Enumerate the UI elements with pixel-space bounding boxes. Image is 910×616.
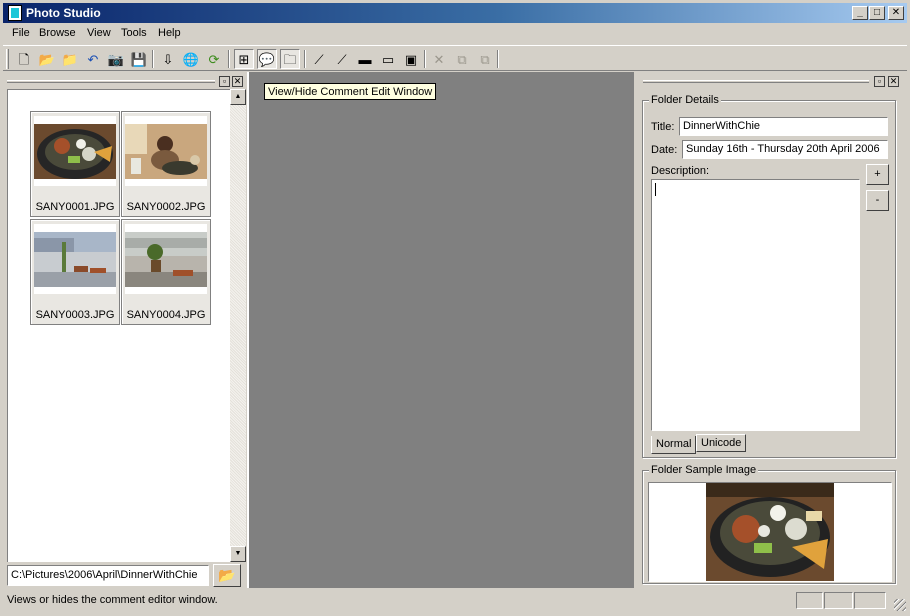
move-icon[interactable]: ⧉ xyxy=(475,49,495,69)
group-title: Folder Sample Image xyxy=(649,464,759,476)
folder-browser-pane: ▫ ✕ SANY0001.JPG SANY0002.JPG SANY0003.J… xyxy=(4,72,246,588)
browse-folder-button[interactable]: 📂 xyxy=(213,564,241,587)
toolbar: 🗋 📂 📁 ↶ 📷 💾 ⇩ 🌐 ⟳ ⊞ 💬 🗀 ⟋ ⟋ ▬ ▭ ▣ ✕ ⧉ ⧉ xyxy=(3,45,907,71)
restore-pane-icon[interactable]: ▫ xyxy=(219,76,230,87)
title-label: Title: xyxy=(651,121,675,133)
title-input[interactable]: DinnerWithChie xyxy=(679,117,888,136)
main-view-area[interactable] xyxy=(247,72,634,588)
status-panel xyxy=(796,592,823,609)
thumbnail-image xyxy=(34,116,116,186)
comment-window-icon[interactable]: 💬 xyxy=(257,49,277,69)
restore-pane-icon[interactable]: ▫ xyxy=(874,76,885,87)
image-frame-icon[interactable]: ▬ xyxy=(355,49,375,69)
tab-unicode[interactable]: Unicode xyxy=(696,434,747,452)
thumbnail-image xyxy=(125,224,207,294)
presentation-icon[interactable]: ▣ xyxy=(401,49,421,69)
open-folder-icon[interactable]: 📂 xyxy=(37,49,57,69)
toolbar-separator xyxy=(152,50,154,68)
thumbnail-filename: SANY0002.JPG xyxy=(126,201,206,213)
scroll-down-button[interactable]: ▼ xyxy=(230,546,246,562)
scroll-up-button[interactable]: ▲ xyxy=(230,89,246,105)
close-pane-icon[interactable]: ✕ xyxy=(888,76,899,87)
thumbnail-view-icon[interactable]: ⊞ xyxy=(234,49,254,69)
minimize-button[interactable]: _ xyxy=(852,6,868,20)
sample-image xyxy=(706,483,834,581)
status-bar: Views or hides the comment editor window… xyxy=(3,590,907,612)
camera-icon[interactable]: 📷 xyxy=(106,49,126,69)
thumbnail-item[interactable]: SANY0003.JPG xyxy=(30,219,120,325)
text-caret xyxy=(655,183,656,196)
copy-icon[interactable]: ⧉ xyxy=(452,49,472,69)
remove-description-button[interactable]: - xyxy=(866,190,889,211)
open-folder-icon: 📂 xyxy=(218,567,236,583)
date-input[interactable]: Sunday 16th - Thursday 20th April 2006 xyxy=(682,140,888,159)
toolbar-separator xyxy=(228,50,230,68)
pane-header: ▫ ✕ xyxy=(7,76,244,90)
menu-bar: File Browse View Tools Help xyxy=(3,24,907,44)
thumbnail-image xyxy=(125,116,207,186)
menu-tools[interactable]: Tools xyxy=(121,27,147,39)
new-document-icon[interactable]: 🗋 xyxy=(14,49,34,69)
toolbar-separator xyxy=(304,50,306,68)
slideshow-icon[interactable]: ▭ xyxy=(378,49,398,69)
thumbnail-item[interactable]: SANY0004.JPG xyxy=(121,219,211,325)
delete-icon[interactable]: ✕ xyxy=(429,49,449,69)
folder-comment-icon[interactable]: 🗀 xyxy=(280,49,300,69)
refresh-folders-icon[interactable]: ⟳ xyxy=(204,49,224,69)
vertical-scrollbar[interactable]: ▲ ▼ xyxy=(230,89,246,562)
tooltip: View/Hide Comment Edit Window xyxy=(264,83,437,100)
comment-editor-pane: ▫ ✕ Folder Details Title: DinnerWithChie… xyxy=(637,72,907,588)
pane-header: ▫ ✕ xyxy=(643,76,903,90)
browse-folder-icon[interactable]: 📁 xyxy=(60,49,80,69)
thumbnail-item[interactable]: SANY0002.JPG xyxy=(121,111,211,217)
menu-help[interactable]: Help xyxy=(158,27,181,39)
close-button[interactable]: ✕ xyxy=(888,6,904,20)
resize-grip[interactable] xyxy=(894,599,906,611)
magic-wand-alt-icon[interactable]: ⟋ xyxy=(332,49,352,69)
menu-view[interactable]: View xyxy=(87,27,111,39)
date-label: Date: xyxy=(651,144,678,156)
pane-grip[interactable] xyxy=(7,80,215,83)
description-label: Description: xyxy=(651,165,710,177)
status-panel xyxy=(854,592,886,609)
globe-icon[interactable]: 🌐 xyxy=(181,49,201,69)
tab-normal[interactable]: Normal xyxy=(651,436,697,454)
add-description-button[interactable]: + xyxy=(866,164,889,185)
thumbnail-item[interactable]: SANY0001.JPG xyxy=(30,111,120,217)
close-pane-icon[interactable]: ✕ xyxy=(232,76,243,87)
menu-browse[interactable]: Browse xyxy=(39,27,76,39)
undo-icon[interactable]: ↶ xyxy=(83,49,103,69)
thumbnail-image xyxy=(34,224,116,294)
status-panel xyxy=(824,592,853,609)
download-icon[interactable]: ⇩ xyxy=(158,49,178,69)
window-title: Photo Studio xyxy=(26,6,101,20)
group-title: Folder Details xyxy=(649,94,721,106)
thumbnail-filename: SANY0004.JPG xyxy=(126,309,206,321)
thumbnail-filename: SANY0001.JPG xyxy=(35,201,115,213)
thumbnail-filename: SANY0003.JPG xyxy=(35,309,115,321)
toolbar-separator xyxy=(424,50,426,68)
toolbar-grip[interactable] xyxy=(6,49,9,69)
app-icon xyxy=(8,5,22,21)
sample-image-frame[interactable] xyxy=(648,482,892,582)
title-bar: Photo Studio _ □ ✕ xyxy=(3,3,907,23)
pane-grip[interactable] xyxy=(643,80,869,83)
maximize-button[interactable]: □ xyxy=(869,6,885,20)
toolbar-separator xyxy=(497,50,499,68)
thumbnail-grid: SANY0001.JPG SANY0002.JPG SANY0003.JPG S… xyxy=(7,89,230,562)
save-icon[interactable]: 💾 xyxy=(129,49,149,69)
magic-wand-icon[interactable]: ⟋ xyxy=(309,49,329,69)
status-text: Views or hides the comment editor window… xyxy=(7,594,218,606)
description-textarea[interactable] xyxy=(651,179,860,431)
folder-path-field[interactable]: C:\Pictures\2006\April\DinnerWithChie xyxy=(7,565,209,586)
menu-file[interactable]: File xyxy=(12,27,30,39)
